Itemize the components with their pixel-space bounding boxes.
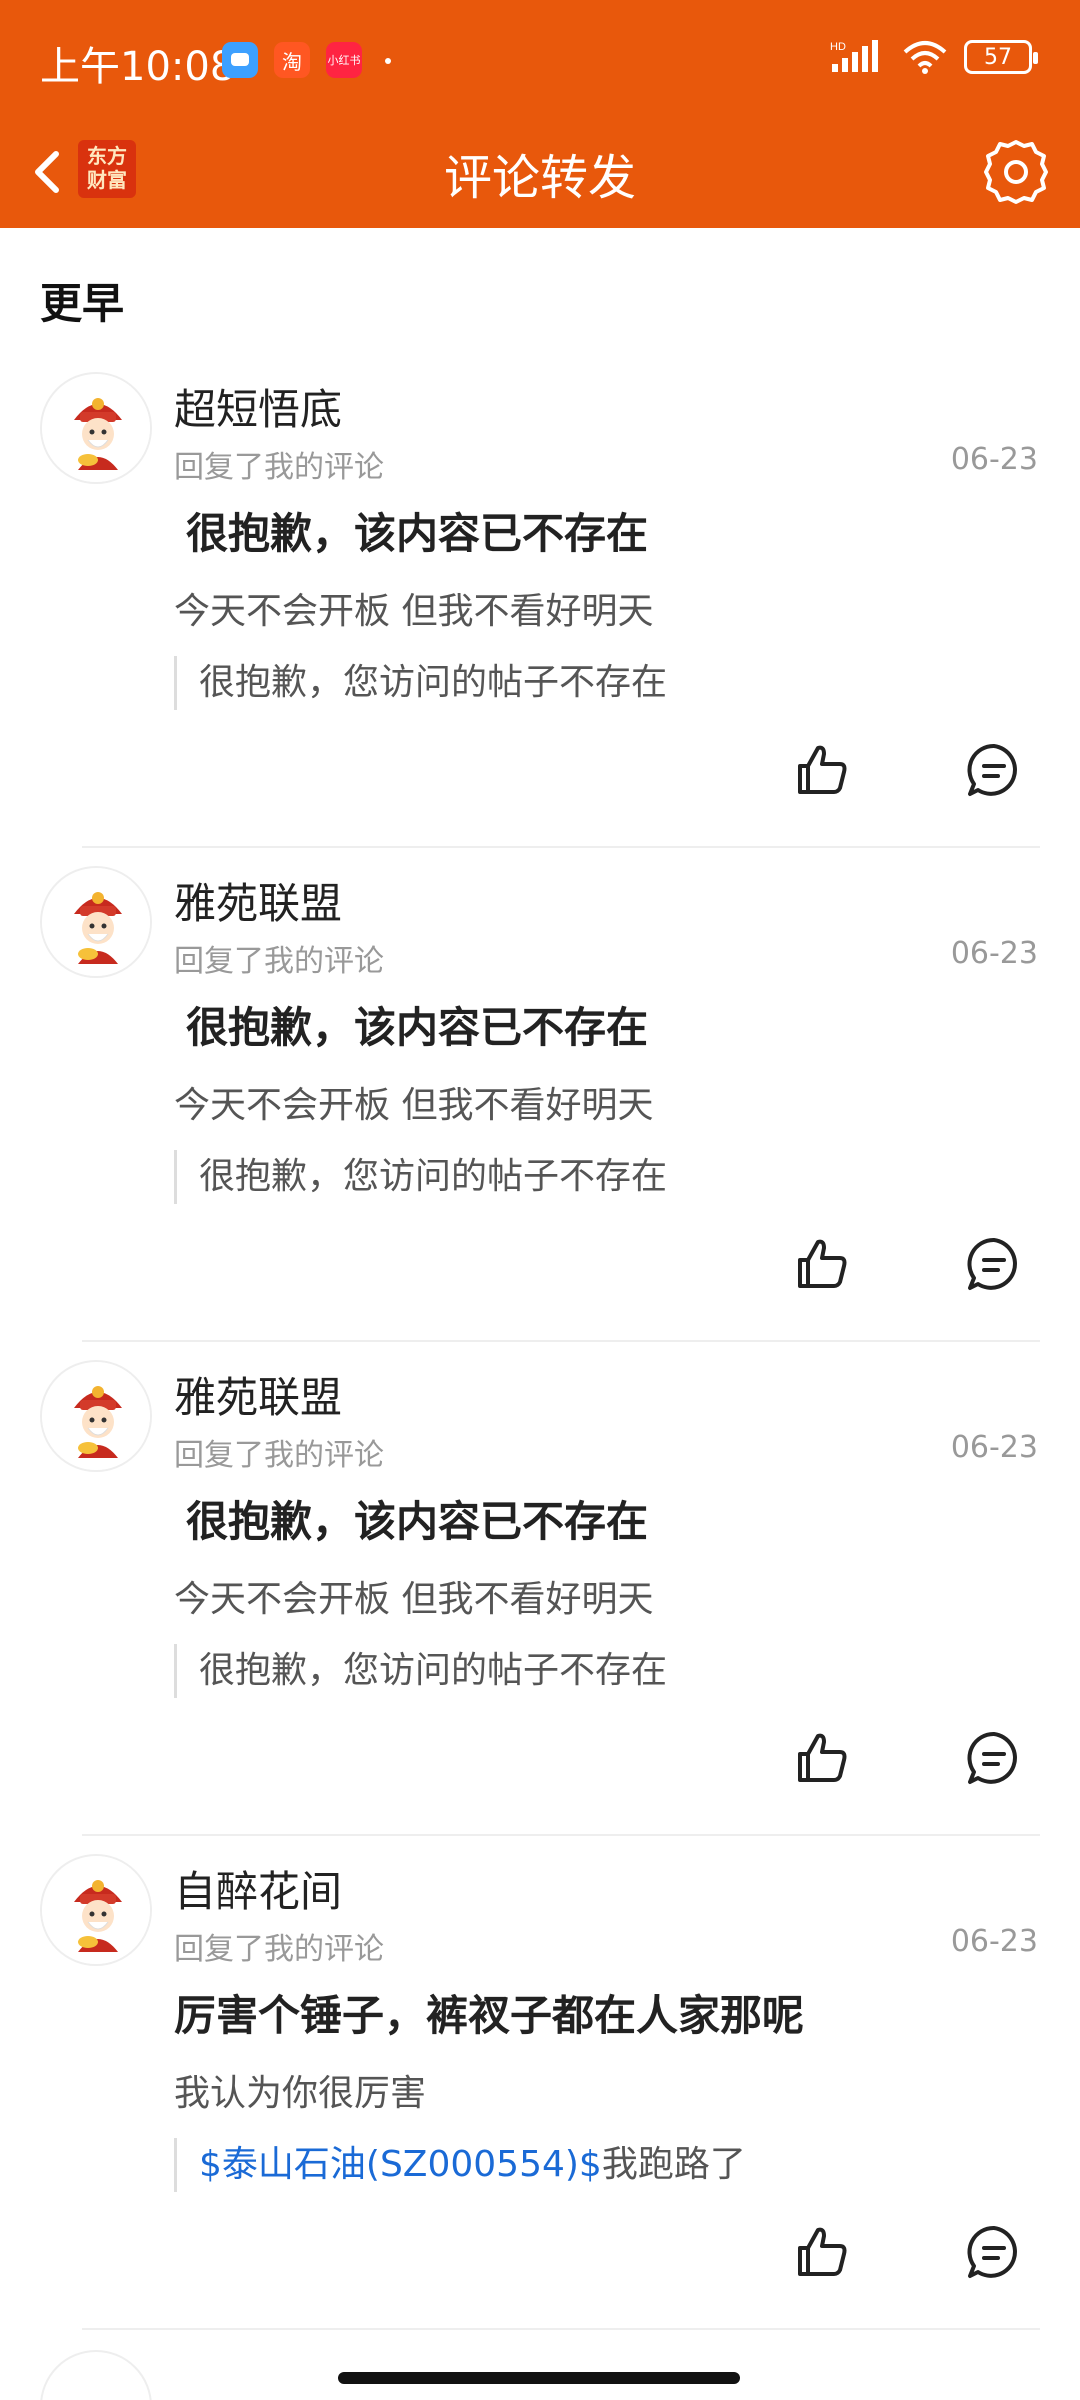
reply-subtitle: 回复了我的评论	[174, 450, 384, 485]
date: 06-23	[950, 936, 1038, 971]
avatar[interactable]	[40, 1854, 152, 1966]
settings-gear-icon[interactable]	[980, 136, 1052, 208]
svg-text:HD: HD	[830, 41, 846, 53]
thumbs-up-icon[interactable]	[790, 738, 854, 802]
page-title: 评论转发	[443, 150, 636, 206]
thumbs-up-icon[interactable]	[790, 1726, 854, 1790]
avatar[interactable]	[40, 866, 152, 978]
reply-body[interactable]: 今天不会开板 但我不看好明天	[174, 1570, 653, 1622]
list-item[interactable]: 超短悟底 回复了我的评论 06-23 很抱歉，该内容已不存在 今天不会开板 但我…	[0, 372, 1080, 866]
wifi-icon	[903, 41, 947, 74]
thumbs-up-icon[interactable]	[790, 1232, 854, 1296]
status-time: 上午10:08	[40, 44, 236, 90]
status-right: HD 57	[830, 40, 1038, 74]
quote-text: 很抱歉，您访问的帖子不存在	[199, 1650, 668, 1691]
reply-subtitle: 回复了我的评论	[174, 1932, 384, 1967]
divider	[82, 2328, 1040, 2330]
status-bar: 上午10:08 淘 小红书 HD 57	[0, 0, 1080, 120]
quoted-post[interactable]: 很抱歉，您访问的帖子不存在	[174, 1644, 667, 1698]
reply-subtitle: 回复了我的评论	[174, 944, 384, 979]
quote-link[interactable]: $泰山石油(SZ000554)$	[199, 2144, 602, 2185]
comment-reply-icon[interactable]	[962, 1726, 1026, 1790]
divider	[82, 1834, 1040, 1836]
comment-reply-icon[interactable]	[962, 1232, 1026, 1296]
reply-heading[interactable]: 很抱歉，该内容已不存在	[186, 500, 648, 561]
reply-heading[interactable]: 厉害个锤子，裤衩子都在人家那呢	[174, 1982, 804, 2043]
list-item[interactable]: 雅苑联盟 回复了我的评论 06-23 很抱歉，该内容已不存在 今天不会开板 但我…	[0, 866, 1080, 1360]
reply-body[interactable]: 今天不会开板 但我不看好明天	[174, 582, 653, 634]
reply-subtitle: 回复了我的评论	[174, 1438, 384, 1473]
quote-text: 很抱歉，您访问的帖子不存在	[199, 1156, 668, 1197]
avatar[interactable]	[40, 2350, 152, 2400]
divider	[82, 846, 1040, 848]
username[interactable]: 雅苑联盟	[174, 870, 342, 931]
message-app-icon	[222, 42, 258, 78]
list-item[interactable]: 自醉花间 回复了我的评论 06-23 厉害个锤子，裤衩子都在人家那呢 我认为你很…	[0, 1854, 1080, 2348]
taobao-app-icon: 淘	[274, 42, 310, 78]
xiaohongshu-app-icon: 小红书	[326, 42, 362, 78]
app-header: 上午10:08 淘 小红书 HD 57 东方财富 评论转发	[0, 0, 1080, 228]
comment-reply-icon[interactable]	[962, 2220, 1026, 2284]
battery-indicator: 57	[964, 40, 1038, 74]
date: 06-23	[950, 442, 1038, 477]
username[interactable]: 超短悟底	[174, 376, 342, 437]
notification-icons: 淘 小红书	[222, 42, 362, 78]
date: 06-23	[950, 1924, 1038, 1959]
nav-bar: 东方财富 评论转发	[0, 120, 1080, 228]
reply-body[interactable]: 我认为你很厉害	[174, 2064, 426, 2116]
username[interactable]: 自醉花间	[174, 1858, 342, 1919]
quoted-post[interactable]: 很抱歉，您访问的帖子不存在	[174, 656, 667, 710]
username[interactable]: 雅苑联盟	[174, 1364, 342, 1425]
date: 06-23	[950, 1430, 1038, 1465]
quote-text: 我跑路了	[601, 2144, 746, 2185]
reply-heading[interactable]: 很抱歉，该内容已不存在	[186, 994, 648, 1055]
notification-dot	[385, 58, 391, 64]
divider	[82, 1340, 1040, 1342]
thumbs-up-icon[interactable]	[790, 2220, 854, 2284]
section-title: 更早	[40, 279, 125, 328]
reply-heading[interactable]: 很抱歉，该内容已不存在	[186, 1488, 648, 1549]
quoted-post[interactable]: 很抱歉，您访问的帖子不存在	[174, 1150, 667, 1204]
signal-icon: HD	[830, 40, 878, 72]
home-indicator[interactable]	[338, 2372, 740, 2384]
quote-text: 很抱歉，您访问的帖子不存在	[199, 662, 668, 703]
reply-body[interactable]: 今天不会开板 但我不看好明天	[174, 1076, 653, 1128]
avatar[interactable]	[40, 372, 152, 484]
comment-reply-icon[interactable]	[962, 738, 1026, 802]
avatar[interactable]	[40, 1360, 152, 1472]
quoted-post[interactable]: $泰山石油(SZ000554)$我跑路了	[174, 2138, 746, 2192]
list-item[interactable]: 雅苑联盟 回复了我的评论 06-23 很抱歉，该内容已不存在 今天不会开板 但我…	[0, 1360, 1080, 1854]
